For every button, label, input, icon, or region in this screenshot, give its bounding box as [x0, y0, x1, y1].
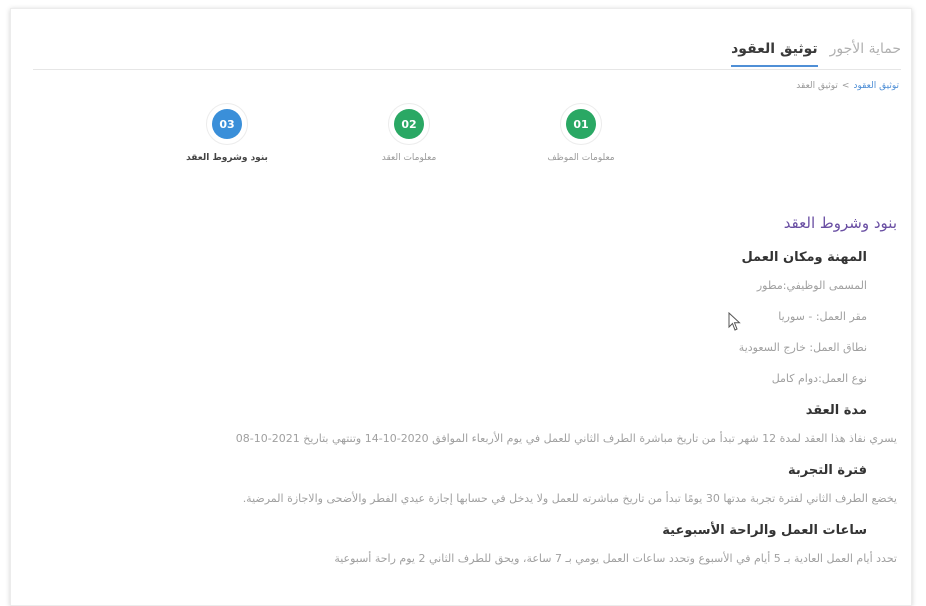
- step-contract-info[interactable]: 02 معلومات العقد: [349, 103, 469, 163]
- probation-text: يخضع الطرف الثاني لفترة تجربة مدتها 30 ي…: [242, 492, 897, 505]
- step-contract-terms[interactable]: 03 بنود وشروط العقد: [167, 103, 287, 163]
- contract-page: توثيق العقود حماية الأجور توثيق العقود>ت…: [10, 8, 912, 606]
- step-2-label: معلومات العقد: [381, 153, 437, 163]
- mouse-pointer-icon: [728, 312, 741, 331]
- section-title: بنود وشروط العقد: [783, 214, 897, 232]
- hours-heading: ساعات العمل والراحة الأسبوعية: [662, 523, 867, 538]
- breadcrumb-link-contracts[interactable]: توثيق العقود: [853, 81, 899, 91]
- job-heading: المهنة ومكان العمل: [741, 250, 867, 265]
- tabs-divider: [33, 69, 901, 70]
- work-type-line: نوع العمل:دوام كامل: [771, 372, 867, 385]
- step-2-circle: 02: [394, 109, 424, 139]
- step-3-label: بنود وشروط العقد: [186, 153, 268, 163]
- tab-contract-documentation[interactable]: توثيق العقود: [731, 41, 818, 67]
- step-1-label: معلومات الموظف: [547, 153, 615, 163]
- step-1-circle: 01: [566, 109, 596, 139]
- duration-heading: مدة العقد: [805, 403, 867, 418]
- probation-heading: فترة التجربة: [788, 463, 867, 478]
- hours-text: تحدد أيام العمل العادية بـ 5 أيام في الأ…: [334, 552, 897, 565]
- breadcrumb: توثيق العقود>توثيق العقد: [796, 81, 899, 91]
- contract-terms-content: بنود وشروط العقد المهنة ومكان العمل المس…: [37, 214, 897, 583]
- step-3-circle: 03: [212, 109, 242, 139]
- work-scope-line: نطاق العمل: خارج السعودية: [738, 341, 867, 354]
- step-3-ring: 03: [206, 103, 248, 145]
- breadcrumb-separator: >: [841, 81, 850, 91]
- tabs-bar: توثيق العقود حماية الأجور: [731, 41, 901, 67]
- breadcrumb-current: توثيق العقد: [796, 81, 838, 91]
- job-title-line: المسمى الوظيفي:مطور: [756, 279, 867, 292]
- step-1-ring: 01: [560, 103, 602, 145]
- work-location-line: مقر العمل: - سوريا: [778, 310, 867, 323]
- duration-text: يسري نفاذ هذا العقد لمدة 12 شهر تبدأ من …: [235, 432, 897, 445]
- step-employee-info[interactable]: 01 معلومات الموظف: [521, 103, 641, 163]
- step-2-ring: 02: [388, 103, 430, 145]
- tab-wage-protection[interactable]: حماية الأجور: [830, 41, 901, 67]
